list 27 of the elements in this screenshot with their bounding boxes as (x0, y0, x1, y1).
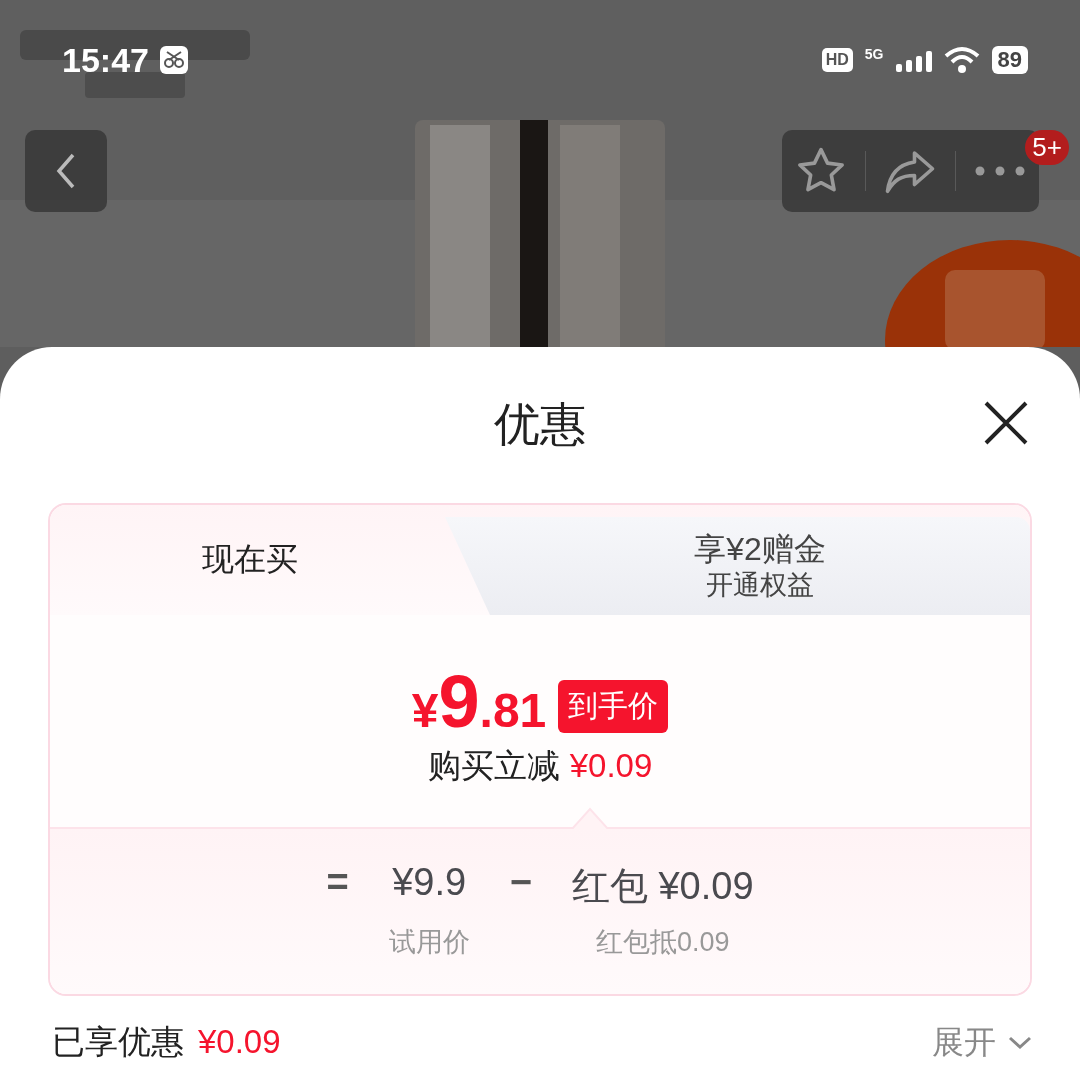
sheet-title: 优惠 (494, 397, 586, 452)
term-caption: 红包抵0.09 (594, 926, 731, 959)
tab[interactable]: 享¥2赠金 开通权益 (445, 505, 1030, 615)
screen-record-icon (158, 45, 189, 75)
network-label: 5G (864, 46, 884, 62)
saving-label: 购买立减 (427, 746, 560, 786)
price-tag: 到手价 (558, 680, 669, 733)
notification-badge: 5+ (1025, 130, 1069, 165)
back-button[interactable] (25, 130, 107, 212)
formula-term: ¥9.9 (391, 861, 468, 905)
saving-amount: ¥0.09 (569, 747, 653, 785)
status-time: 15:47 (62, 40, 149, 80)
discount-amount: ¥0.09 (198, 1023, 281, 1061)
final-price: ¥9.81 (411, 665, 547, 745)
formula-term: 红包 ¥0.09 (571, 864, 754, 909)
minus-sign: − (509, 861, 532, 905)
tab[interactable]: 现在买 (50, 505, 445, 615)
term-caption: 试用价 (388, 926, 470, 959)
close-icon[interactable] (982, 399, 1030, 447)
chevron-down-icon (1008, 1035, 1032, 1050)
hd-indicator: HD (821, 48, 853, 72)
equals-sign: = (326, 861, 349, 905)
wifi-icon (943, 46, 980, 74)
battery-indicator: 89 (991, 46, 1028, 74)
signal-icon (895, 48, 932, 72)
discount-label: 已享优惠 (52, 1022, 184, 1062)
expand-toggle[interactable]: 展开 (932, 1020, 1032, 1065)
